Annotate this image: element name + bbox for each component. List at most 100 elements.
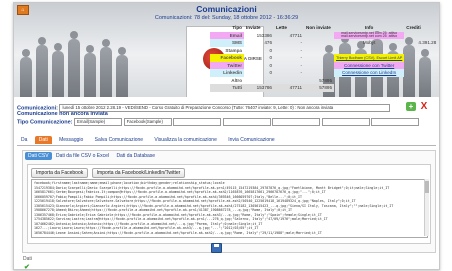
row-label: Linkedin: [210, 69, 244, 77]
row-non: 57895: [319, 77, 332, 83]
import-facebook-button[interactable]: Importa da Facebook: [31, 168, 89, 178]
facebook-account-link[interactable]: Thierry Bodham (CSV), Escort Limit AP: [334, 54, 405, 62]
row-info: [334, 47, 404, 55]
header-banner: ⌂ Comunicazioni Comunicazioni: 78 del: S…: [14, 3, 439, 97]
row-crediti: [404, 32, 438, 40]
row-crediti: [404, 84, 438, 92]
twitter-connect-link[interactable]: Connessione con Twitter: [334, 61, 405, 70]
row-label: SMS: [210, 39, 244, 47]
banner-left-photo: [14, 19, 134, 97]
check-icon: ✔: [24, 264, 30, 271]
tipo-row: Tipo Comunicazione: Email(Sample) Facebo…: [17, 118, 420, 126]
non-inviata-label: Comunicazione non ancora inviata: [17, 111, 108, 117]
tipo-select-6[interactable]: [321, 118, 370, 126]
stats-row-tutti: Tutti 153786 47711 57895: [210, 84, 438, 92]
tipo-select-1[interactable]: Email(Sample): [74, 118, 123, 126]
row-lette: -: [300, 47, 302, 53]
page-subtitle: Comunicazioni: 78 del: Sunday, 18 ottobr…: [154, 15, 299, 21]
row-label: Email: [210, 31, 244, 40]
stats-header-row: Tipo Inviate Lette Non inviate Info Cred…: [210, 24, 438, 32]
stats-row-sms: SMS 476 - Mobyt 4.391.28: [210, 39, 438, 47]
row-inviate: 153386: [256, 32, 272, 38]
row-crediti: 4.391.28: [418, 40, 437, 46]
row-crediti: [404, 54, 438, 62]
import-box: Importa da Facebook Importa da Facebook/…: [27, 164, 431, 244]
tab-dati[interactable]: Dati: [34, 136, 52, 144]
stats-row-linkedin: Linkedin 0 - Connessione con LinkedIn: [210, 69, 438, 77]
row-label: Tutti: [210, 84, 244, 92]
row-label: Facebook: [210, 54, 244, 62]
import-social-button[interactable]: Importa da Facebook/LinkedIn/Twitter: [91, 168, 186, 178]
tab-salva-comunicazione[interactable]: Salva Comunicazione: [91, 136, 147, 144]
row-non: 57895: [304, 84, 334, 92]
row-inviate: 153786: [244, 84, 274, 92]
header-lette: Lette: [276, 25, 287, 31]
stats-row-email: Email 153386 47711 mail.servicesmtp.net …: [210, 31, 438, 40]
row-inviate: 476: [264, 40, 272, 46]
stats-table: Tipo Inviate Lette Non inviate Info Cred…: [210, 24, 438, 92]
row-non: [304, 62, 334, 70]
row-lette: -: [300, 70, 302, 76]
row-non: [304, 69, 334, 77]
footer-label: Dati: [23, 256, 32, 262]
row-inviate: [244, 77, 274, 85]
row-lette: 47711: [274, 84, 304, 92]
tab-da[interactable]: Da: [17, 136, 31, 144]
header-non-inviate: Non inviate: [306, 25, 331, 31]
dati-panel: Dati CSV Dati da file CSV o Excel Dati d…: [22, 150, 436, 253]
header-crediti: Crediti: [406, 25, 421, 31]
data-subtabs: Dati CSV Dati da file CSV o Excel Dati d…: [25, 152, 158, 160]
row-non: [304, 54, 334, 62]
row-crediti: [404, 62, 438, 70]
row-label: Twitter: [210, 61, 244, 70]
main-tabs: Da Dati Messaggio Salva Comunicazione Vi…: [17, 136, 436, 146]
tipo-label: Tipo Comunicazione:: [17, 119, 73, 126]
save-icon[interactable]: [211, 243, 222, 253]
comunicazione-select[interactable]: lunedì 15 ottobre 2012 2.28.19 - VEDI/SE…: [59, 104, 391, 112]
row-non: [304, 47, 334, 55]
tipo-select-2[interactable]: Facebook(Sample): [123, 118, 172, 126]
add-button[interactable]: +: [406, 102, 416, 111]
tipo-select-5[interactable]: [272, 118, 321, 126]
header-tipo: Tipo: [232, 25, 242, 31]
csv-data-textarea[interactable]: facebook;firstname;lastname;name;email;p…: [31, 179, 428, 238]
row-inviate: 0: [269, 47, 272, 53]
tab-visualizza[interactable]: Visualizza la comunicazione: [150, 136, 220, 144]
stats-row-twitter: Twitter 0 - Connessione con Twitter: [210, 61, 438, 70]
row-info: [334, 84, 404, 92]
app-window: ⌂ Comunicazioni Comunicazioni: 78 del: S…: [13, 2, 440, 271]
row-info[interactable]: Mobyt: [334, 39, 404, 47]
delete-button[interactable]: X: [419, 102, 429, 112]
row-label: Altro: [231, 77, 242, 83]
textarea-scrollbar[interactable]: [424, 179, 429, 236]
row-lette: [274, 77, 304, 85]
subtab-database[interactable]: Dati da Database: [113, 152, 158, 160]
row-non: [304, 32, 334, 40]
tipo-select-4[interactable]: [222, 118, 271, 126]
row-lette: 47711: [289, 32, 302, 38]
stats-row-altro: Altro 57895: [210, 77, 438, 85]
row-lette: -: [300, 55, 302, 61]
subtab-file-csv-excel[interactable]: Dati da file CSV o Excel: [53, 152, 112, 160]
tab-invia[interactable]: Invia Comunicazione: [224, 136, 278, 144]
header-inviate: Inviate: [246, 25, 261, 31]
stats-row-stampa: Stampa 0 -: [210, 47, 438, 55]
row-inviate: 0: [269, 62, 272, 68]
tipo-select-3[interactable]: [173, 118, 222, 126]
row-lette: -: [300, 62, 302, 68]
linkedin-connect-link[interactable]: Connessione con LinkedIn: [334, 69, 405, 77]
row-info[interactable]: mail.servicesmtp.net com 25 attivo mail.…: [334, 31, 405, 40]
row-info: [334, 77, 404, 85]
row-inviate: 0: [269, 70, 272, 76]
import-buttons: Importa da Facebook Importa da Facebook/…: [31, 168, 187, 178]
row-lette: -: [300, 40, 302, 46]
tab-messaggio[interactable]: Messaggio: [55, 136, 87, 144]
row-crediti: [404, 69, 438, 77]
row-crediti: [404, 47, 438, 55]
tipo-select-7[interactable]: [371, 118, 420, 126]
page-title: Comunicazioni: [196, 4, 257, 14]
subtab-dati-csv[interactable]: Dati CSV: [25, 152, 52, 160]
row-non: [304, 39, 334, 47]
row-label: Stampa: [225, 47, 242, 53]
row-inviate: 0: [269, 55, 272, 61]
